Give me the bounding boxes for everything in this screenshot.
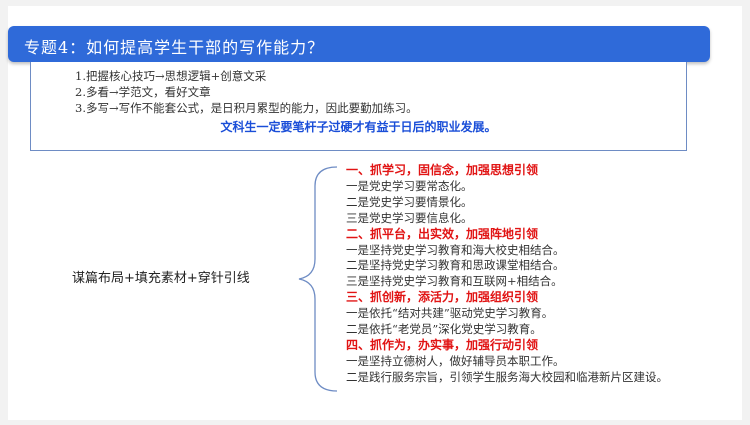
- sections: 一、抓学习，固信念，加强思想引领 一是党史学习要常态化。 二是党史学习要情景化。…: [346, 163, 668, 386]
- intro-item: 3.多写→写作不能套公式，是日积月累型的能力，因此要勤加练习。: [75, 101, 418, 115]
- section-item: 一是党史学习要常态化。: [346, 178, 473, 193]
- section-item: 二是党史学习要情景化。: [346, 194, 473, 209]
- section-item: 一是坚持党史学习教育和海大校史相结合。: [346, 242, 565, 257]
- section-item: 一是依托“结对共建”驱动党史学习教育。: [346, 306, 554, 321]
- section-item: 二是践行服务宗旨，引领学生服务海大校园和临港新片区建设。: [346, 369, 668, 384]
- section-item: 二是坚持党史学习教育和思政课堂相结合。: [346, 258, 565, 273]
- intro-item: 1.把握核心技巧→思想逻辑+创意文采: [75, 69, 267, 83]
- intro-box: 1.把握核心技巧→思想逻辑+创意文采 2.多看→学范文，看好文章 3.多写→写作…: [30, 62, 687, 151]
- structure-label: 谋篇布局+填充素材+穿针引线: [72, 271, 250, 286]
- section-item: 三是党史学习要信息化。: [346, 210, 473, 225]
- section-heading: 二、抓平台，出实效，加强阵地引领: [346, 226, 539, 241]
- section-item: 二是依托“老党员”深化党史学习教育。: [346, 322, 542, 337]
- curly-brace-icon: [298, 166, 338, 392]
- title-bar: 专题4：如何提高学生干部的写作能力？: [8, 26, 710, 62]
- section-heading: 一、抓学习，固信念，加强思想引领: [346, 163, 539, 177]
- section-item: 三是坚持党史学习教育和互联网+相结合。: [346, 274, 563, 289]
- section-heading: 四、抓作为，办实事，加强行动引领: [346, 337, 539, 352]
- section-item: 一是坚持立德树人，做好辅导员本职工作。: [346, 353, 565, 368]
- intro-conclusion: 文科生一定要笔杆子过硬才有益于日后的职业发展。: [220, 120, 497, 134]
- slide-title: 专题4：如何提高学生干部的写作能力？: [24, 38, 325, 57]
- section-heading: 三、抓创新，添活力，加强组织引领: [346, 290, 539, 305]
- intro-list: 1.把握核心技巧→思想逻辑+创意文采 2.多看→学范文，看好文章 3.多写→写作…: [75, 68, 418, 116]
- intro-item: 2.多看→学范文，看好文章: [75, 85, 211, 99]
